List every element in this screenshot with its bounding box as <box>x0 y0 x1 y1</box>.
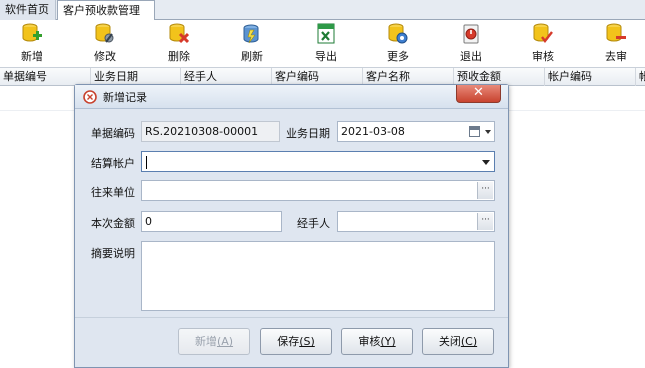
tab-bar: 软件首页 客户预收款管理 <box>0 0 645 21</box>
tab-home[interactable]: 软件首页 <box>0 0 56 20</box>
toolbar: 新增 修改 删除 刷新 导出 更多 退出 审核 去审 <box>0 20 645 67</box>
export-button[interactable]: 导出 <box>304 21 348 66</box>
dialog-approve-hotkey: (Y) <box>380 335 396 348</box>
add-db-icon <box>22 23 42 42</box>
refresh-button[interactable]: 刷新 <box>230 21 274 66</box>
excel-export-icon <box>317 23 335 44</box>
delete-button-label: 删除 <box>168 50 190 63</box>
approve-button[interactable]: 审核 <box>521 21 565 66</box>
handler-field[interactable]: ··· <box>337 211 495 232</box>
tab-customer-prepayment[interactable]: 客户预收款管理 <box>57 0 155 21</box>
edit-button[interactable]: 修改 <box>83 21 127 66</box>
edit-button-label: 修改 <box>94 50 116 63</box>
dialog-close-button[interactable]: ✕ <box>456 85 501 103</box>
column-header-account[interactable]: 帐 <box>636 68 645 86</box>
refresh-icon <box>243 24 259 44</box>
approve-button-label: 审核 <box>532 50 554 63</box>
dialog-app-icon <box>83 90 97 104</box>
handler-browse-button[interactable]: ··· <box>477 213 493 230</box>
dropdown-arrow-icon[interactable] <box>482 160 490 165</box>
new-record-dialog: 新增记录 ✕ 单据编码 RS.20210308-00001 业务日期 2021-… <box>74 84 509 368</box>
memo-textarea[interactable] <box>141 241 495 311</box>
dialog-new-label: 新增 <box>194 335 217 348</box>
dialog-close-text-button[interactable]: 关闭(C) <box>422 328 494 355</box>
dialog-save-hotkey: (S) <box>299 335 315 348</box>
edit-db-icon <box>95 23 114 43</box>
dialog-close-hotkey: (C) <box>460 335 478 348</box>
doc-no-field: RS.20210308-00001 <box>141 121 280 142</box>
unapprove-icon <box>606 23 626 42</box>
doc-no-label: 单据编码 <box>91 127 135 140</box>
close-icon: ✕ <box>473 85 484 100</box>
dialog-approve-button[interactable]: 审核(Y) <box>341 328 413 355</box>
partner-field[interactable]: ··· <box>141 180 495 201</box>
delete-button[interactable]: 删除 <box>157 21 201 66</box>
dialog-footer-divider <box>75 317 508 318</box>
text-caret <box>146 155 147 169</box>
dialog-title: 新增记录 <box>103 91 147 104</box>
add-button-label: 新增 <box>21 50 43 63</box>
memo-label: 摘要说明 <box>91 247 135 260</box>
approve-icon <box>533 23 553 43</box>
dialog-new-hotkey: (A) <box>216 335 234 348</box>
delete-db-icon <box>169 23 189 44</box>
date-field[interactable]: 2021-03-08 <box>337 121 495 142</box>
chevron-down-icon[interactable] <box>485 130 491 134</box>
dialog-new-button[interactable]: 新增(A) <box>178 328 250 355</box>
account-select[interactable] <box>141 151 495 172</box>
dialog-title-bar[interactable]: 新增记录 <box>75 85 508 109</box>
unapprove-button[interactable]: 去审 <box>594 21 638 66</box>
amount-field[interactable]: 0 <box>141 211 282 232</box>
more-button[interactable]: 更多 <box>376 21 420 66</box>
more-button-label: 更多 <box>387 50 409 63</box>
dialog-save-button[interactable]: 保存(S) <box>260 328 332 355</box>
exit-button[interactable]: 退出 <box>449 21 493 66</box>
partner-browse-button[interactable]: ··· <box>477 182 493 199</box>
date-value: 2021-03-08 <box>341 125 405 138</box>
partner-label: 往来单位 <box>91 186 135 199</box>
exit-button-label: 退出 <box>460 50 482 63</box>
calendar-icon[interactable] <box>469 126 480 137</box>
account-label: 结算帐户 <box>91 157 135 170</box>
date-label: 业务日期 <box>286 127 330 140</box>
refresh-button-label: 刷新 <box>241 50 263 63</box>
export-button-label: 导出 <box>315 50 337 63</box>
dialog-save-label: 保存 <box>277 335 300 348</box>
dialog-close-label: 关闭 <box>438 335 461 348</box>
dialog-approve-label: 审核 <box>358 335 381 348</box>
add-button[interactable]: 新增 <box>10 21 54 66</box>
exit-icon <box>463 24 479 44</box>
handler-label: 经手人 <box>297 217 330 230</box>
more-gear-icon <box>388 23 408 44</box>
column-header-account-code[interactable]: 帐户编码 <box>545 68 636 86</box>
unapprove-button-label: 去审 <box>605 50 627 63</box>
amount-label: 本次金额 <box>91 217 135 230</box>
